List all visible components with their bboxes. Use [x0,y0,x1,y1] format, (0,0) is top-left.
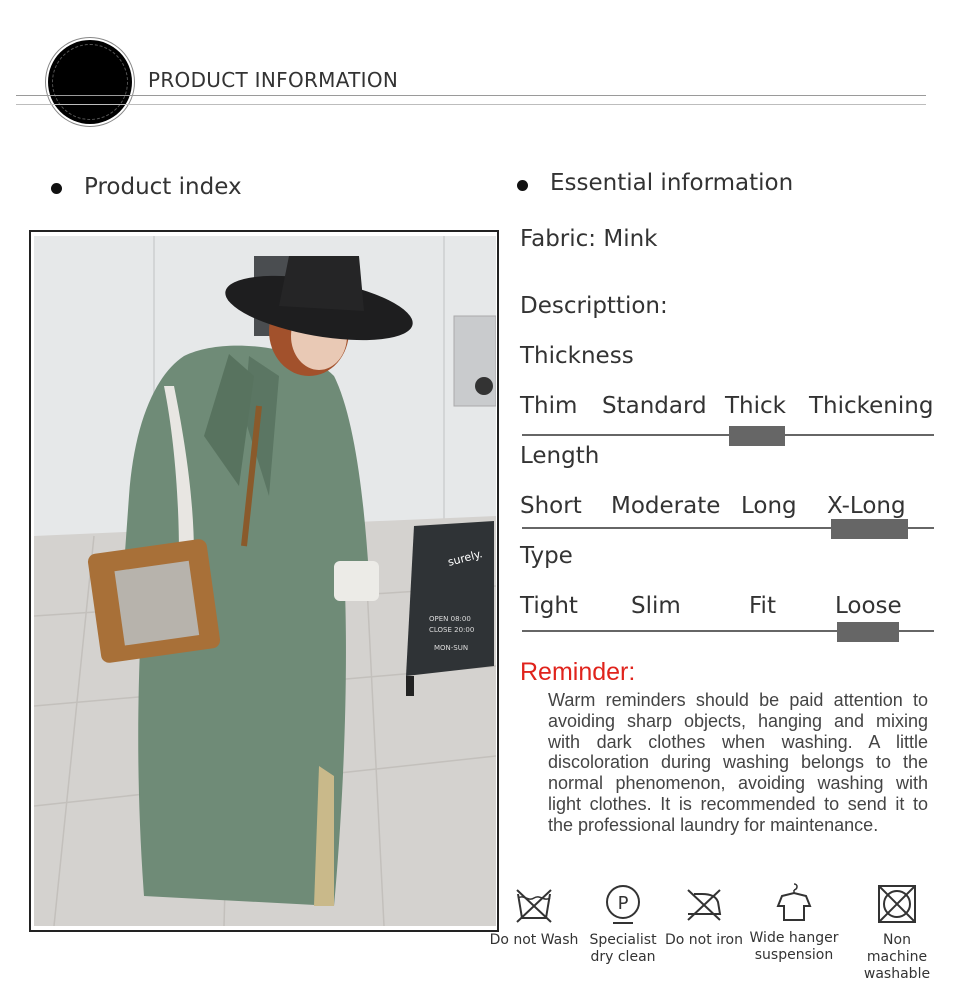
thickness-option-thickening: Thickening [809,393,934,419]
thickness-label: Thickness [520,343,634,369]
specialist-dry-clean-icon: P [601,882,645,926]
svg-text:OPEN 08:00: OPEN 08:00 [429,615,471,623]
bullet-icon [517,180,528,191]
type-option-tight: Tight [520,593,578,619]
thickness-scale [522,434,934,436]
header-divider-secondary [16,104,926,105]
length-option-moderate: Moderate [611,493,721,519]
type-label: Type [520,543,573,569]
reminder-title: Reminder: [520,658,636,686]
svg-text:CLOSE 20:00: CLOSE 20:00 [429,626,474,634]
care-item-non-machine-washable: Non machine washable [852,882,942,983]
header-divider [16,95,926,96]
page-title: PRODUCT INFORMATION [148,68,399,92]
type-option-fit: Fit [749,593,776,619]
care-item-specialist-dry-clean: P Specialist dry clean [578,882,668,966]
header-badge-circle [48,40,132,124]
product-photo: surely. OPEN 08:00 CLOSE 20:00 MON-SUN [34,236,496,926]
thickness-option-thim: Thim [520,393,578,419]
non-machine-washable-icon [875,882,919,926]
bullet-icon [51,183,62,194]
thickness-selected-marker [729,426,785,446]
model-wearing-coat-illustration: surely. OPEN 08:00 CLOSE 20:00 MON-SUN [34,236,496,926]
thickness-option-thick: Thick [725,393,786,419]
svg-text:MON-SUN: MON-SUN [434,644,468,652]
length-selected-marker [831,519,908,539]
fabric-value: Fabric: Mink [520,226,658,252]
length-option-long: Long [741,493,797,519]
wide-hanger-icon [772,880,816,924]
care-item-do-not-iron: Do not iron [659,882,749,949]
section-label-product-index: Product index [84,174,242,200]
type-option-slim: Slim [631,593,681,619]
length-label: Length [520,443,600,469]
do-not-iron-icon [682,882,726,926]
length-option-short: Short [520,493,582,519]
section-label-essential-information: Essential information [550,170,794,196]
do-not-wash-icon [512,882,556,926]
reminder-body: Warm reminders should be paid attention … [548,690,928,835]
type-selected-marker [837,622,899,642]
svg-text:P: P [618,893,629,914]
care-item-wide-hanger: Wide hanger suspension [749,880,839,964]
type-option-loose: Loose [835,593,902,619]
care-item-do-not-wash: Do not Wash [489,882,579,949]
description-label: Descripttion: [520,293,668,319]
thickness-option-standard: Standard [602,393,707,419]
length-option-x-long: X-Long [827,493,906,519]
